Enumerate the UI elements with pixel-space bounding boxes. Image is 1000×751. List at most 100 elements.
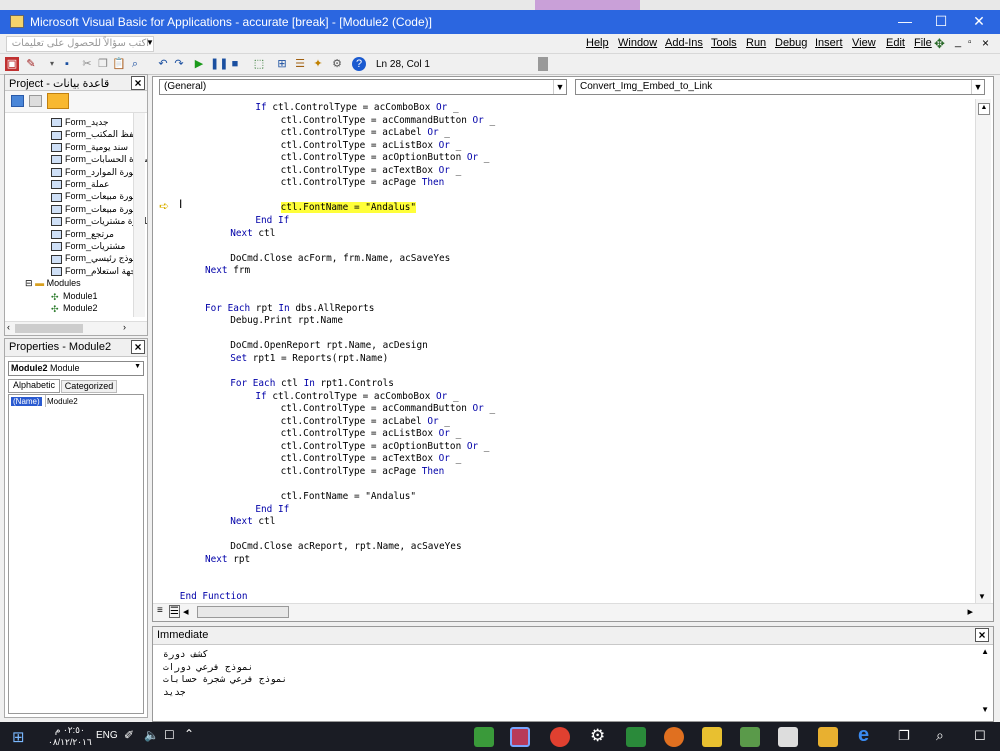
property-value-cell[interactable]: Module2 bbox=[47, 397, 78, 406]
code-line[interactable]: DoCmd.Close acReport, rpt.Name, acSaveYe… bbox=[230, 541, 461, 553]
properties-close-icon[interactable]: × bbox=[131, 340, 145, 354]
chrome-taskbar-icon[interactable] bbox=[550, 727, 570, 747]
tree-form-item[interactable]: Form_عملة bbox=[51, 179, 109, 190]
code-line[interactable]: ctl.ControlType = acListBox Or _ bbox=[281, 428, 462, 440]
project-vscrollbar[interactable] bbox=[133, 113, 145, 317]
immediate-scroll-down-icon[interactable]: ▼ bbox=[981, 705, 989, 714]
cut-icon[interactable]: ✂ bbox=[80, 57, 94, 71]
hscroll-right-icon[interactable]: ▸ bbox=[967, 605, 973, 618]
code-line[interactable]: For Each rpt In dbs.AllReports bbox=[205, 303, 374, 315]
app-taskbar-icon[interactable] bbox=[664, 727, 684, 747]
paste-icon[interactable]: 📋 bbox=[112, 57, 126, 71]
notes-taskbar-icon[interactable] bbox=[702, 727, 722, 747]
mdi-minimize-button[interactable]: _ bbox=[955, 36, 961, 48]
network-icon[interactable]: ☐ bbox=[164, 728, 175, 742]
search-icon[interactable]: ⌕ bbox=[936, 727, 944, 744]
code-line[interactable]: If ctl.ControlType = acComboBox Or _ bbox=[255, 102, 458, 114]
code-line[interactable]: ctl.ControlType = acPage Then bbox=[281, 466, 445, 478]
code-line[interactable]: Next rpt bbox=[205, 554, 250, 566]
procedure-dropdown[interactable]: Convert_Img_Embed_to_Link ▼ bbox=[575, 79, 985, 95]
copy-icon[interactable]: ❐ bbox=[96, 57, 110, 71]
immediate-output[interactable]: كشف دورة نموذج فرعي دورات نموذج فرعي شجر… bbox=[163, 649, 287, 699]
property-name-cell[interactable]: (Name) bbox=[11, 397, 42, 406]
reset-icon[interactable]: ■ bbox=[228, 57, 242, 71]
menu-run[interactable]: Run bbox=[746, 37, 766, 49]
code-editor[interactable]: If ctl.ControlType = acComboBox Or _ ctl.… bbox=[153, 99, 975, 605]
code-line[interactable]: DoCmd.OpenReport rpt.Name, acDesign bbox=[230, 340, 428, 352]
object-combo-arrow-icon[interactable]: ▼ bbox=[134, 363, 141, 370]
explorer-taskbar-icon[interactable] bbox=[818, 727, 838, 747]
code-line[interactable]: ctl.ControlType = acTextBox Or _ bbox=[281, 453, 462, 465]
photos-taskbar-icon[interactable] bbox=[626, 727, 646, 747]
code-line[interactable]: Debug.Print rpt.Name bbox=[230, 315, 343, 327]
mdi-restore-button[interactable]: ▫ bbox=[968, 37, 972, 48]
tab-categorized[interactable]: Categorized bbox=[61, 380, 117, 393]
code-line[interactable]: ctl.ControlType = acListBox Or _ bbox=[281, 140, 462, 152]
object-browser-icon[interactable]: ✦ bbox=[311, 57, 325, 71]
code-line[interactable]: End If bbox=[255, 215, 289, 227]
tree-form-item[interactable]: Form_جديد bbox=[51, 117, 109, 128]
tree-form-item[interactable]: Form_سند يومية bbox=[51, 142, 128, 153]
code-line[interactable]: ctl.ControlType = acTextBox Or _ bbox=[281, 165, 462, 177]
code-line[interactable]: If ctl.ControlType = acComboBox Or _ bbox=[255, 391, 458, 403]
tree-module-item[interactable]: ✣ Module2 bbox=[51, 303, 98, 314]
menu-add-ins[interactable]: Add-Ins bbox=[665, 37, 703, 49]
excel-taskbar-icon[interactable] bbox=[474, 727, 494, 747]
immediate-close-icon[interactable]: × bbox=[975, 628, 989, 642]
immediate-scroll-up-icon[interactable]: ▲ bbox=[981, 647, 989, 656]
code-line[interactable]: ctl.ControlType = acOptionButton Or _ bbox=[281, 152, 490, 164]
toggle-folders-icon[interactable] bbox=[47, 93, 69, 109]
system-clock[interactable]: ٠٢:٥٠ م ٠٨/١٢/٢٠١٦ bbox=[48, 724, 92, 748]
start-icon[interactable]: ⊞ bbox=[12, 728, 25, 746]
tree-form-item[interactable]: Form_مرتجع bbox=[51, 229, 114, 240]
tree-form-item[interactable]: Form_حفظ المكتب bbox=[51, 129, 139, 140]
code-line[interactable]: ctl.ControlType = acLabel Or _ bbox=[281, 416, 450, 428]
properties-window-icon[interactable]: ☰ bbox=[293, 57, 307, 71]
code-hscrollbar[interactable]: ≡ ☰ ◂ ▸ bbox=[153, 603, 993, 621]
view-access-icon[interactable]: ▣ bbox=[5, 57, 19, 71]
menu-help[interactable]: Help bbox=[586, 37, 609, 49]
undo-icon[interactable]: ↶ bbox=[156, 57, 170, 71]
code-line[interactable]: ctl.ControlType = acOptionButton Or _ bbox=[281, 441, 490, 453]
menu-insert[interactable]: Insert bbox=[815, 37, 843, 49]
menu-tools[interactable]: Tools bbox=[711, 37, 737, 49]
tree-module-item[interactable]: ✣ Module1 bbox=[51, 291, 98, 302]
code-line[interactable]: Set rpt1 = Reports(rpt.Name) bbox=[230, 353, 388, 365]
tray-expand-icon[interactable]: ⌃ bbox=[184, 727, 194, 741]
menu-debug[interactable]: Debug bbox=[775, 37, 807, 49]
dropdown-arrow-icon[interactable]: ▾ bbox=[45, 57, 59, 71]
combo-arrow-icon[interactable]: ▼ bbox=[146, 38, 154, 47]
pen-icon[interactable]: ✐ bbox=[124, 728, 134, 742]
toolbox-icon[interactable]: ⚙ bbox=[330, 57, 344, 71]
view-object-icon[interactable] bbox=[29, 95, 42, 107]
run-icon[interactable]: ▶ bbox=[192, 57, 206, 71]
menu-window[interactable]: Window bbox=[618, 37, 657, 49]
code-line[interactable]: ctl.ControlType = acCommandButton Or _ bbox=[281, 403, 496, 415]
code-line[interactable]: ctl.FontName = "Andalus" bbox=[280, 202, 417, 214]
code-line[interactable]: Next ctl bbox=[230, 228, 275, 240]
store-taskbar-icon[interactable] bbox=[778, 727, 798, 747]
view-code-icon[interactable] bbox=[11, 95, 24, 107]
tree-form-item[interactable]: Form_واجهة استعلام bbox=[51, 266, 143, 277]
full-module-view-icon[interactable]: ☰ bbox=[169, 605, 180, 618]
tab-alphabetic[interactable]: Alphabetic bbox=[8, 379, 60, 393]
tree-form-item[interactable]: Form_نموذج رئيسي bbox=[51, 253, 141, 264]
code-line[interactable]: End Function bbox=[180, 591, 248, 603]
insert-module-icon[interactable]: ✎ bbox=[24, 57, 38, 71]
object-dropdown-arrow-icon[interactable]: ▼ bbox=[553, 80, 566, 94]
notifications-icon[interactable]: ☐ bbox=[974, 728, 986, 744]
scroll-thumb[interactable] bbox=[15, 324, 83, 333]
hscroll-left-icon[interactable]: ◂ bbox=[183, 605, 189, 618]
access-icon[interactable]: ✥ bbox=[934, 36, 945, 52]
project-hscrollbar[interactable]: ‹ › bbox=[5, 321, 147, 335]
design-mode-icon[interactable]: ⬚ bbox=[252, 57, 266, 71]
app2-taskbar-icon[interactable] bbox=[740, 727, 760, 747]
tree-modules-folder[interactable]: ⊟ ▬ Modules bbox=[25, 278, 81, 289]
code-line[interactable]: ctl.ControlType = acLabel Or _ bbox=[281, 127, 450, 139]
access-taskbar-icon[interactable] bbox=[510, 727, 530, 747]
procedure-dropdown-arrow-icon[interactable]: ▼ bbox=[971, 80, 984, 94]
procedure-view-icon[interactable]: ≡ bbox=[157, 605, 163, 616]
hscroll-thumb[interactable] bbox=[197, 606, 289, 618]
language-indicator[interactable]: ENG bbox=[96, 730, 118, 741]
close-button[interactable]: ✕ bbox=[960, 10, 998, 34]
